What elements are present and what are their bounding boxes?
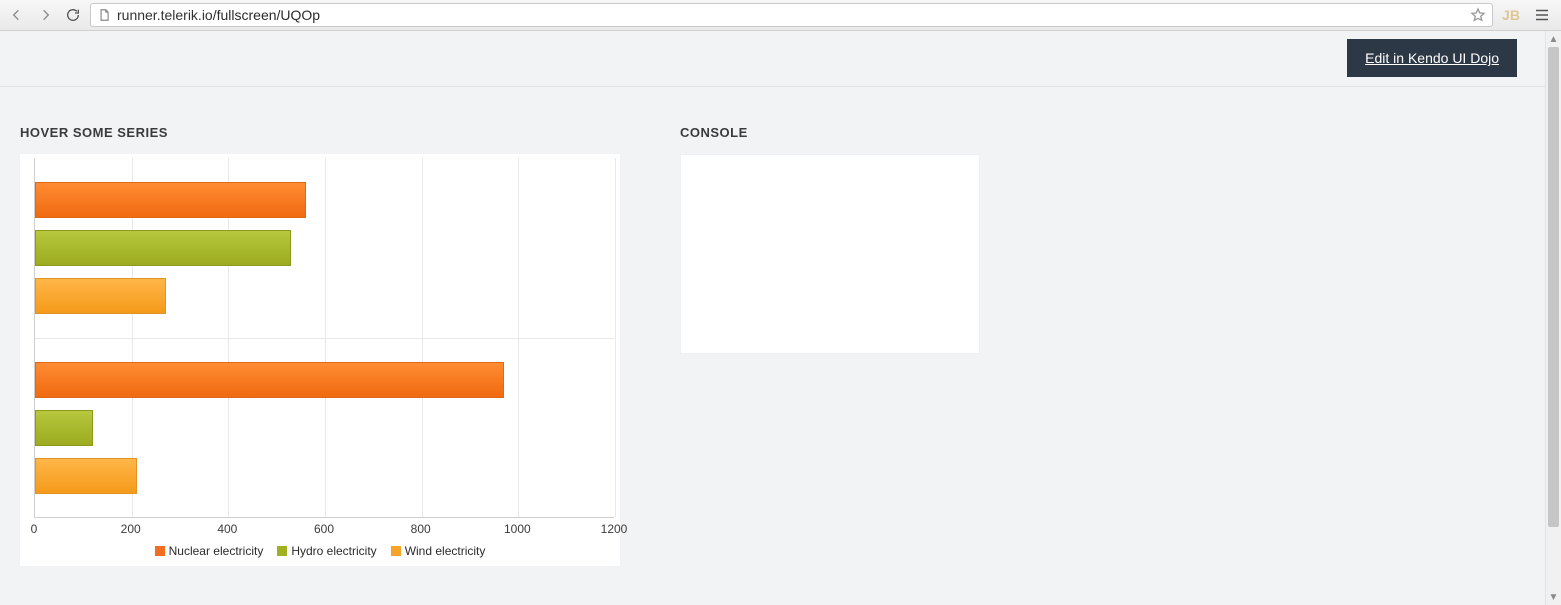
back-button[interactable] [6,4,28,26]
x-tick-label: 400 [217,522,237,536]
x-tick-label: 1200 [601,522,628,536]
hamburger-icon [1533,6,1551,24]
bookmark-star-icon[interactable] [1470,7,1486,23]
bar-hydro[interactable] [35,410,93,446]
edit-in-dojo-button[interactable]: Edit in Kendo UI Dojo [1347,39,1517,77]
console-panel: CONSOLE [680,125,980,566]
reload-button[interactable] [62,4,84,26]
legend: Nuclear electricity Hydro electricity Wi… [20,544,620,558]
bar-wind[interactable] [35,278,166,314]
gridline [615,158,616,517]
legend-swatch-hydro [277,546,287,556]
forward-button[interactable] [34,4,56,26]
console-output [680,154,980,354]
url-text: runner.telerik.io/fullscreen/UQOp [117,7,1464,23]
reload-icon [65,7,81,23]
x-tick-label: 800 [411,522,431,536]
legend-item-hydro[interactable]: Hydro electricity [277,544,376,558]
x-tick-label: 1000 [504,522,531,536]
scrollbar-down-arrow-icon[interactable]: ▼ [1546,589,1561,605]
arrow-right-icon [37,7,53,23]
legend-item-nuclear[interactable]: Nuclear electricity [155,544,264,558]
browser-toolbar: runner.telerik.io/fullscreen/UQOp JB [0,0,1561,31]
arrow-left-icon [9,7,25,23]
x-tick-label: 200 [121,522,141,536]
top-strip: Edit in Kendo UI Dojo [0,31,1545,87]
content-area: HOVER SOME SERIES 020040060080010001200 … [0,87,1545,586]
x-axis: 020040060080010001200 [34,518,614,538]
bar-hydro[interactable] [35,230,291,266]
profile-badge[interactable]: JB [1499,4,1523,26]
legend-item-wind[interactable]: Wind electricity [391,544,486,558]
bar-wind[interactable] [35,458,137,494]
category-separator [35,338,614,339]
legend-swatch-wind [391,546,401,556]
legend-label-nuclear: Nuclear electricity [169,544,264,558]
edit-in-dojo-label: Edit in Kendo UI Dojo [1365,50,1499,66]
url-path: /fullscreen/UQOp [213,7,320,23]
url-host: runner.telerik.io [117,7,213,23]
page-icon [97,8,111,22]
legend-label-hydro: Hydro electricity [291,544,376,558]
plot-area[interactable] [34,158,614,518]
chart-panel-title: HOVER SOME SERIES [20,125,640,140]
x-tick-label: 600 [314,522,334,536]
legend-swatch-nuclear [155,546,165,556]
legend-label-wind: Wind electricity [405,544,486,558]
scrollbar-up-arrow-icon[interactable]: ▲ [1546,31,1561,47]
scrollbar-thumb[interactable] [1548,47,1559,527]
page-viewport: Edit in Kendo UI Dojo HOVER SOME SERIES … [0,31,1561,605]
chart-panel: HOVER SOME SERIES 020040060080010001200 … [20,125,640,566]
address-bar[interactable]: runner.telerik.io/fullscreen/UQOp [90,3,1493,27]
browser-menu-button[interactable] [1529,4,1555,26]
chart-box: 020040060080010001200 Nuclear electricit… [20,154,620,566]
vertical-scrollbar[interactable]: ▲ ▼ [1545,31,1561,605]
bar-nuclear[interactable] [35,182,306,218]
x-tick-label: 0 [31,522,38,536]
profile-initials: JB [1502,7,1520,23]
console-panel-title: CONSOLE [680,125,980,140]
bar-nuclear[interactable] [35,362,504,398]
